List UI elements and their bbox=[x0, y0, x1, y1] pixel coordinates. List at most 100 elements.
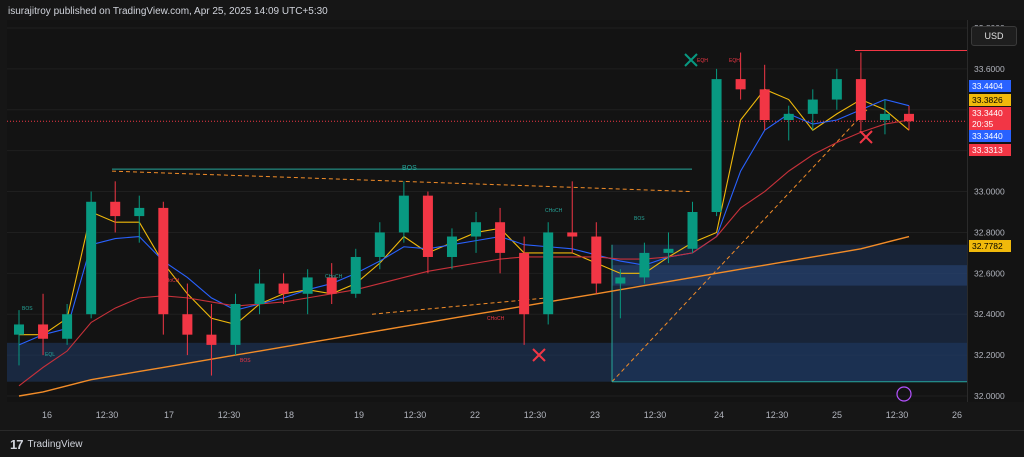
candle bbox=[302, 269, 313, 315]
candle-body bbox=[110, 201, 121, 217]
candle bbox=[879, 99, 890, 135]
cross-marker-icon bbox=[684, 53, 698, 67]
time-tick-label: 23 bbox=[590, 410, 600, 420]
candle-body bbox=[807, 99, 818, 114]
time-tick-label: 12:30 bbox=[218, 410, 241, 420]
candle bbox=[158, 201, 169, 335]
time-tick-label: 18 bbox=[284, 410, 294, 420]
price-tick-label: 32.6000 bbox=[974, 268, 1005, 278]
candle-body bbox=[14, 324, 24, 335]
candle-body bbox=[471, 222, 482, 237]
candle-body bbox=[278, 283, 289, 294]
structure-label: CHoCH bbox=[487, 316, 505, 322]
candle-body bbox=[495, 222, 506, 253]
demand-zones bbox=[7, 244, 967, 382]
trend-line bbox=[111, 170, 693, 193]
candle bbox=[62, 304, 73, 345]
time-tick-label: 22 bbox=[470, 410, 480, 420]
candle-body bbox=[783, 113, 794, 120]
candle bbox=[855, 52, 866, 131]
time-tick-label: 12:30 bbox=[766, 410, 789, 420]
publisher-header: isurajitroy published on TradingView.com… bbox=[8, 6, 328, 17]
candle-body bbox=[254, 283, 265, 304]
candle bbox=[446, 228, 457, 270]
price-label-text: 33.3313 bbox=[972, 145, 1003, 155]
chart-area[interactable]: BOS EQL BOS CHoCH CHoCH BOS CHoCH CHoCH BOS EQH EQ… bbox=[7, 20, 967, 402]
candle-body bbox=[134, 207, 145, 217]
candle-body bbox=[663, 248, 674, 253]
structure-label: BOS bbox=[240, 358, 251, 364]
candle-body bbox=[759, 89, 770, 120]
price-label-text: 32.7782 bbox=[972, 241, 1003, 251]
price-tick-label: 32.0000 bbox=[974, 391, 1005, 401]
tradingview-logo-icon: 17 bbox=[10, 437, 24, 452]
structure-label: BOS bbox=[634, 216, 645, 222]
candle bbox=[110, 181, 121, 233]
candle-body bbox=[519, 252, 530, 315]
candle bbox=[591, 222, 602, 294]
candle bbox=[422, 191, 433, 274]
time-tick-label: 17 bbox=[164, 410, 174, 420]
candle bbox=[543, 222, 554, 325]
candle bbox=[134, 195, 145, 243]
candle-body bbox=[735, 79, 746, 90]
time-tick-label: 26 bbox=[952, 410, 962, 420]
time-tick-label: 25 bbox=[832, 410, 842, 420]
candle-body bbox=[711, 79, 722, 212]
price-label-text: 33.3826 bbox=[972, 95, 1003, 105]
candle-body bbox=[374, 232, 385, 257]
price-label-text: 33.3440 bbox=[972, 131, 1003, 141]
candle-body bbox=[567, 232, 578, 237]
price-label-text: 33.3440 bbox=[972, 108, 1003, 118]
candle bbox=[398, 181, 409, 243]
lightning-icon bbox=[896, 386, 912, 402]
candle-body bbox=[86, 201, 97, 315]
currency-button[interactable]: USD bbox=[971, 26, 1017, 46]
candle-body bbox=[904, 113, 914, 122]
chart-svg: BOS EQL BOS CHoCH CHoCH BOS CHoCH CHoCH BOS EQH EQ… bbox=[7, 27, 967, 402]
candle-body bbox=[831, 79, 842, 100]
candle-body bbox=[302, 277, 313, 294]
candle-body bbox=[615, 277, 626, 284]
time-tick-label: 24 bbox=[714, 410, 724, 420]
time-tick-label: 16 bbox=[42, 410, 52, 420]
candle-body bbox=[446, 236, 457, 257]
time-tick-label: 12:30 bbox=[404, 410, 427, 420]
candle bbox=[807, 89, 818, 131]
price-label-text: 20:35 bbox=[972, 119, 994, 129]
candle-body bbox=[350, 256, 361, 294]
candle bbox=[567, 181, 578, 253]
time-axis-svg: 16 12:30 17 12:30 18 19 12:30 22 12:30 23 12:30 24 1… bbox=[42, 410, 962, 420]
price-tick-label: 33.6000 bbox=[974, 64, 1005, 74]
price-tick-label: 33.0000 bbox=[974, 187, 1005, 197]
tradingview-brand[interactable]: 17 TradingView bbox=[10, 437, 83, 452]
cross-marker-icon bbox=[859, 130, 873, 144]
structure-label: BOS bbox=[22, 306, 33, 312]
structure-label: CHoCH bbox=[162, 278, 180, 284]
price-axis[interactable]: 33.800033.600033.400033.200033.000032.80… bbox=[932, 20, 1024, 402]
structure-label: EQH bbox=[697, 58, 708, 64]
time-axis[interactable]: 16 12:30 17 12:30 18 19 12:30 22 12:30 23 12:30 24 1… bbox=[7, 402, 967, 430]
time-tick-label: 12:30 bbox=[96, 410, 119, 420]
candle bbox=[711, 68, 722, 217]
time-tick-label: 19 bbox=[354, 410, 364, 420]
price-tick-label: 32.8000 bbox=[974, 227, 1005, 237]
price-tick-label: 32.2000 bbox=[974, 350, 1005, 360]
candle bbox=[278, 273, 289, 304]
candle bbox=[374, 222, 385, 270]
footer-bar: 17 TradingView bbox=[0, 430, 1024, 457]
candle bbox=[687, 201, 698, 253]
candle-body bbox=[687, 212, 698, 249]
price-label-text: 33.4404 bbox=[972, 81, 1003, 91]
candle-body bbox=[38, 324, 49, 339]
candle-body bbox=[855, 79, 866, 120]
candle-body bbox=[398, 195, 409, 233]
structure-label: EQL bbox=[45, 352, 55, 358]
time-tick-label: 12:30 bbox=[644, 410, 667, 420]
candle-body bbox=[158, 207, 169, 315]
candle bbox=[759, 64, 770, 131]
structure-label: CHoCH bbox=[325, 274, 343, 280]
candle-body bbox=[182, 314, 193, 335]
brand-name: TradingView bbox=[27, 439, 83, 450]
candle bbox=[783, 105, 794, 141]
